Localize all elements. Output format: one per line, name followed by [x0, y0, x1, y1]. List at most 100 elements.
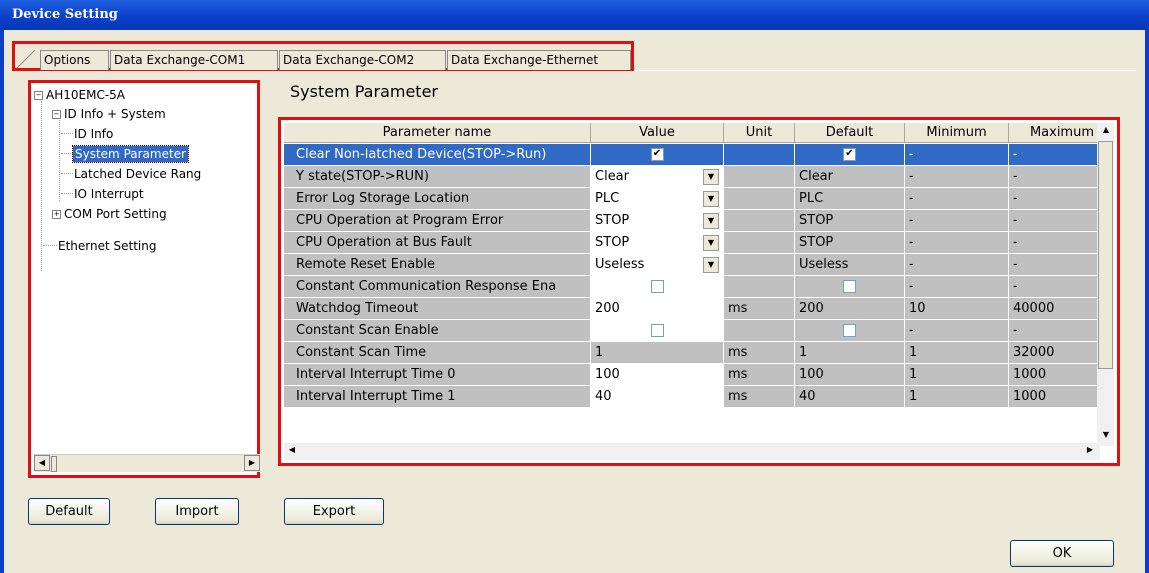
cell-value[interactable]: 40: [591, 386, 724, 408]
table-row[interactable]: Interval Interrupt Time 1 40 ms 40 1 1000: [284, 386, 1104, 408]
scroll-left-icon[interactable]: ◀: [284, 443, 300, 459]
cell-text: -: [1013, 213, 1018, 228]
dropdown-arrow-icon[interactable]: ▼: [703, 169, 719, 185]
cell-name: Constant Scan Time: [284, 342, 591, 364]
dropdown-arrow-icon[interactable]: ▼: [703, 191, 719, 207]
dropdown-arrow-icon[interactable]: ▼: [703, 257, 719, 273]
export-button[interactable]: Export: [284, 498, 384, 525]
tab-data-exchange-com1[interactable]: Data Exchange-COM1: [110, 50, 278, 70]
column-header-default[interactable]: Default: [795, 123, 905, 143]
tree-node-ethernet-setting[interactable]: Ethernet Setting: [58, 238, 156, 254]
cell-min: 10: [905, 298, 1009, 320]
tree-node-com-port-setting[interactable]: + COM Port Setting: [52, 206, 167, 222]
cell-value[interactable]: 1: [591, 342, 724, 364]
cell-text: ms: [728, 367, 748, 382]
cell-min: -: [905, 166, 1009, 188]
collapse-icon[interactable]: −: [34, 91, 43, 100]
cell-name: Clear Non-latched Device(STOP->Run): [284, 144, 591, 166]
table-row[interactable]: Constant Scan Enable - -: [284, 320, 1104, 342]
tree-node-id-info[interactable]: ID Info: [74, 126, 113, 142]
expand-icon[interactable]: +: [52, 210, 61, 219]
cell-text: PLC: [595, 191, 620, 206]
title-bar: Device Setting: [0, 0, 1149, 30]
scroll-up-icon[interactable]: ▲: [1098, 123, 1114, 139]
checked-checkbox[interactable]: ✔: [650, 148, 664, 161]
cell-min: 1: [905, 342, 1009, 364]
tree-line: [41, 101, 42, 271]
cell-max: 1000: [1009, 364, 1104, 386]
tree-node-io-interrupt[interactable]: IO Interrupt: [74, 186, 144, 202]
grid-horizontal-scrollbar[interactable]: ◀ ▶: [284, 443, 1100, 460]
cell-text: -: [1013, 257, 1018, 272]
cell-text: Clear Non-latched Device(STOP->Run): [296, 147, 547, 162]
tree-node-root[interactable]: − AH10EMC-5A: [34, 87, 125, 103]
scroll-left-icon[interactable]: ◀: [34, 455, 50, 471]
cell-value[interactable]: 100: [591, 364, 724, 386]
cell-min: -: [905, 210, 1009, 232]
tree-line: [61, 173, 73, 174]
checkbox[interactable]: [650, 324, 664, 337]
cell-value[interactable]: [591, 276, 724, 298]
tree-horizontal-scrollbar[interactable]: ◀ ▶: [34, 454, 260, 472]
tree-node-system-parameter[interactable]: System Parameter: [72, 145, 189, 163]
table-row[interactable]: Y state(STOP->RUN) Clear ▼ Clear - -: [284, 166, 1104, 188]
cell-value[interactable]: 200: [591, 298, 724, 320]
cell-value[interactable]: Clear ▼: [591, 166, 724, 188]
cell-value[interactable]: STOP ▼: [591, 232, 724, 254]
cell-unit: [724, 210, 795, 232]
scroll-down-icon[interactable]: ▼: [1098, 428, 1114, 444]
table-row[interactable]: Interval Interrupt Time 0 100 ms 100 1 1000: [284, 364, 1104, 386]
cell-text: -: [909, 257, 914, 272]
scroll-right-icon[interactable]: ▶: [244, 455, 260, 471]
dropdown-arrow-icon[interactable]: ▼: [703, 235, 719, 251]
cell-value[interactable]: [591, 320, 724, 342]
cell-text: Constant Scan Enable: [296, 323, 439, 338]
cell-unit: [724, 254, 795, 276]
cell-value[interactable]: Useless ▼: [591, 254, 724, 276]
cell-unit: [724, 320, 795, 342]
cell-text: -: [1013, 279, 1018, 294]
ok-button[interactable]: OK: [1010, 540, 1114, 567]
tab-data-exchange-com2[interactable]: Data Exchange-COM2: [279, 50, 446, 70]
table-row[interactable]: Error Log Storage Location PLC ▼ PLC - -: [284, 188, 1104, 210]
cell-name: Constant Scan Enable: [284, 320, 591, 342]
cell-max: 40000: [1009, 298, 1104, 320]
dropdown-arrow-icon[interactable]: ▼: [703, 213, 719, 229]
cell-text: ms: [728, 301, 748, 316]
tree-node-id-info-system[interactable]: − ID Info + System: [52, 106, 166, 122]
import-button[interactable]: Import: [155, 498, 239, 525]
default-button[interactable]: Default: [28, 498, 110, 525]
column-header-minimum[interactable]: Minimum: [905, 123, 1009, 143]
cell-unit: ms: [724, 364, 795, 386]
table-row[interactable]: Clear Non-latched Device(STOP->Run) ✔ ✔ - -: [284, 144, 1104, 166]
cell-min: -: [905, 320, 1009, 342]
column-header-maximum[interactable]: Maximum: [1009, 123, 1099, 143]
table-row[interactable]: Remote Reset Enable Useless ▼ Useless - -: [284, 254, 1104, 276]
cell-value[interactable]: STOP ▼: [591, 210, 724, 232]
column-header-unit[interactable]: Unit: [724, 123, 795, 143]
scroll-right-icon[interactable]: ▶: [1082, 443, 1098, 459]
table-row[interactable]: Constant Scan Time 1 ms 1 1 32000: [284, 342, 1104, 364]
grid-vertical-scrollbar[interactable]: ▲ ▼: [1097, 123, 1114, 446]
column-header-value[interactable]: Value: [591, 123, 724, 143]
column-header-parameter-name[interactable]: Parameter name: [284, 123, 591, 143]
tab-data-exchange-ethernet[interactable]: Data Exchange-Ethernet: [447, 50, 631, 70]
cell-value[interactable]: ✔: [591, 144, 724, 166]
scroll-thumb[interactable]: [51, 456, 57, 472]
cell-value[interactable]: PLC ▼: [591, 188, 724, 210]
tree-line: [61, 153, 73, 154]
checked-checkbox: ✔: [843, 148, 856, 161]
collapse-icon[interactable]: −: [52, 110, 61, 119]
checkbox[interactable]: [650, 280, 664, 293]
table-row[interactable]: Watchdog Timeout 200 ms 200 10 40000: [284, 298, 1104, 320]
tree-node-latched-device-range[interactable]: Latched Device Rang: [74, 166, 201, 182]
cell-text: Watchdog Timeout: [296, 301, 419, 316]
cell-max: 1000: [1009, 386, 1104, 408]
table-row[interactable]: CPU Operation at Program Error STOP ▼ STOP -…: [284, 210, 1104, 232]
cell-default: 200: [795, 298, 905, 320]
table-row[interactable]: CPU Operation at Bus Fault STOP ▼ STOP - -: [284, 232, 1104, 254]
cell-text: 200: [595, 301, 620, 316]
table-row[interactable]: Constant Communication Response Ena - -: [284, 276, 1104, 298]
scroll-thumb[interactable]: [1098, 141, 1113, 369]
tab-options[interactable]: Options: [40, 50, 109, 70]
